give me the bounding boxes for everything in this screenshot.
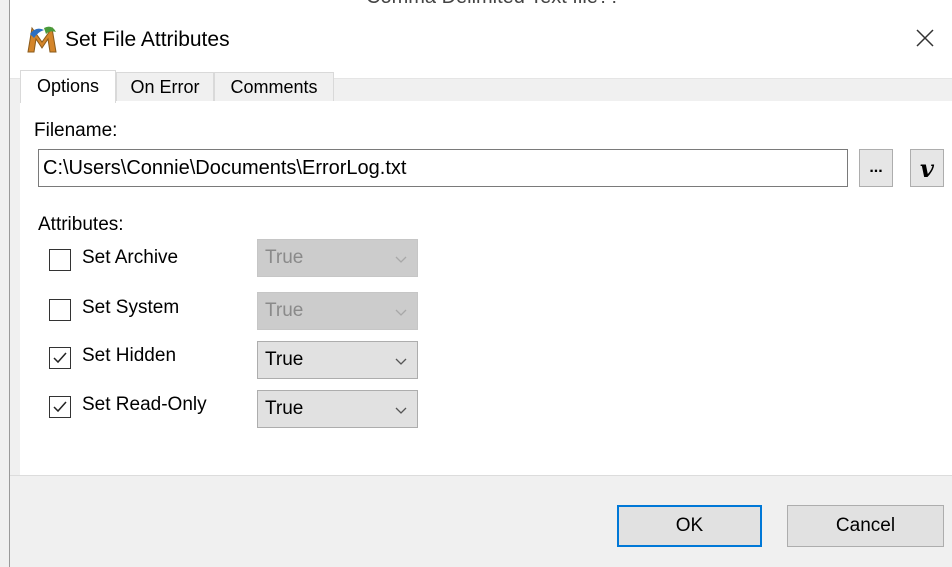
filename-label: Filename: — [34, 120, 118, 141]
footer-divider — [10, 475, 952, 476]
archive-select-value: True — [265, 247, 304, 268]
browse-button[interactable]: ... — [859, 149, 893, 187]
chevron-down-icon — [395, 309, 407, 316]
tab-comments[interactable]: Comments — [214, 72, 334, 102]
app-logo-icon — [26, 24, 58, 54]
title-bar: Comma Delimited Text file?? Set File Att… — [10, 0, 952, 79]
close-button[interactable] — [906, 22, 944, 58]
ok-button[interactable]: OK — [617, 505, 762, 547]
chevron-down-icon — [395, 256, 407, 263]
background-window-text: Comma Delimited Text file?? — [366, 0, 620, 9]
hidden-checkbox[interactable] — [49, 347, 71, 369]
hidden-select-value: True — [265, 349, 304, 370]
checkmark-icon — [53, 401, 67, 413]
archive-checkbox[interactable] — [49, 249, 71, 271]
archive-label: Set Archive — [82, 247, 179, 268]
hidden-select[interactable]: True — [257, 341, 418, 379]
system-select: True — [257, 292, 418, 330]
insert-variable-button[interactable]: v — [910, 149, 944, 187]
readonly-select-value: True — [265, 398, 304, 419]
options-panel: Filename: C:\Users\Connie\Documents\Erro… — [20, 101, 952, 475]
tab-options[interactable]: Options — [20, 70, 116, 103]
readonly-select[interactable]: True — [257, 390, 418, 428]
readonly-checkbox[interactable] — [49, 396, 71, 418]
attributes-label: Attributes: — [38, 214, 124, 235]
dialog-title: Set File Attributes — [65, 28, 230, 51]
hidden-label: Set Hidden — [82, 345, 177, 366]
system-label: Set System — [82, 297, 180, 318]
archive-select: True — [257, 239, 418, 277]
system-checkbox[interactable] — [49, 299, 71, 321]
chevron-down-icon — [395, 407, 407, 414]
filename-input[interactable]: C:\Users\Connie\Documents\ErrorLog.txt — [38, 149, 848, 187]
cancel-button[interactable]: Cancel — [787, 505, 944, 547]
checkmark-icon — [53, 352, 67, 364]
chevron-down-icon — [395, 358, 407, 365]
readonly-label: Set Read-Only — [82, 394, 207, 415]
close-icon — [915, 28, 935, 53]
system-select-value: True — [265, 300, 304, 321]
dialog-window: Comma Delimited Text file?? Set File Att… — [9, 0, 952, 567]
tab-on-error[interactable]: On Error — [116, 72, 214, 102]
